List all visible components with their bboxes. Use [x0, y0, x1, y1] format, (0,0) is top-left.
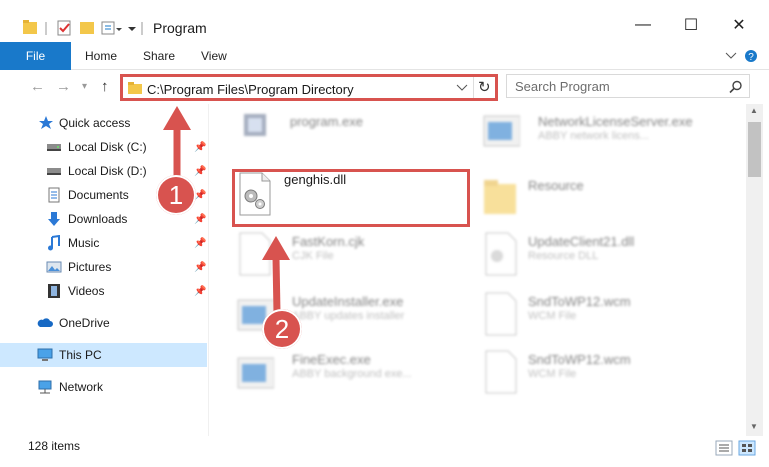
step-badge-2: 2 — [262, 309, 302, 349]
arrow-up-icon — [163, 106, 191, 178]
step-badge-1: 1 — [156, 175, 196, 215]
arrow-up-icon — [262, 236, 290, 314]
annotation-arrows — [163, 106, 290, 314]
